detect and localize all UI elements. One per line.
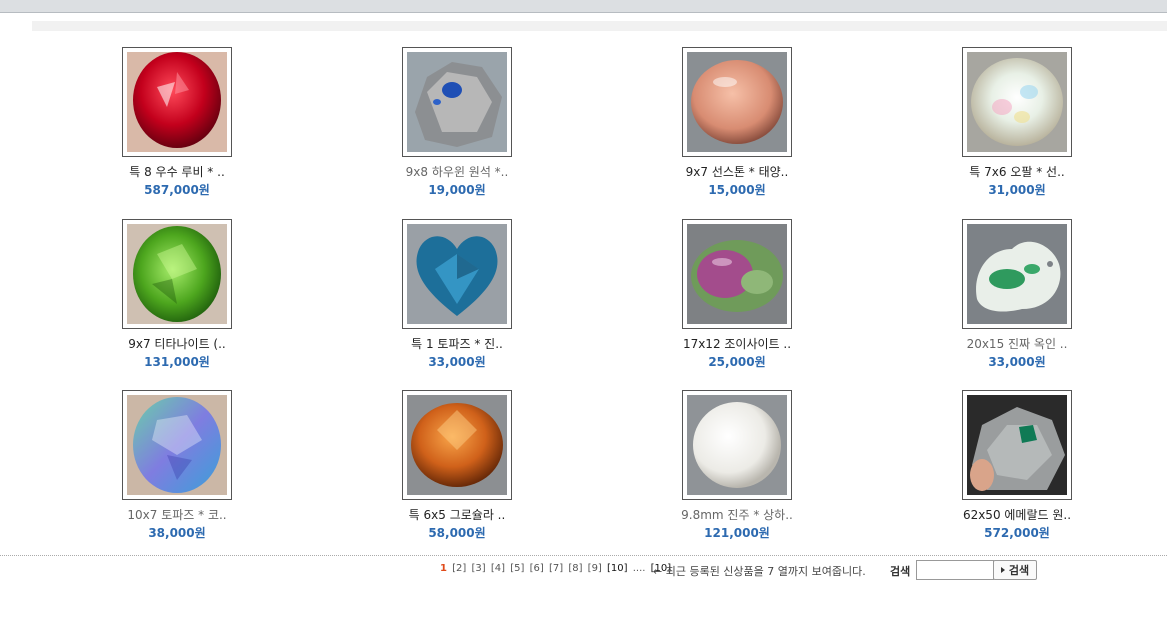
product-item[interactable]: 특 1 토파즈 * 진.. 33,000원 — [317, 219, 597, 370]
product-item[interactable]: 62x50 에메랄드 원.. 572,000원 — [877, 390, 1157, 541]
page-link[interactable]: [5] — [510, 563, 524, 574]
product-item[interactable]: 특 8 우수 루비 * .. 587,000원 — [37, 47, 317, 198]
play-arrow-icon — [1000, 567, 1005, 573]
search-button-label: 검색 — [1008, 564, 1030, 577]
blue-topaz-heart-image — [407, 224, 507, 324]
page-link[interactable]: [7] — [549, 563, 563, 574]
jade-carving-image — [967, 224, 1067, 324]
product-thumbnail[interactable] — [122, 47, 232, 157]
product-price: 15,000원 — [708, 183, 766, 197]
ruby-gem-image — [127, 52, 227, 152]
top-bar — [0, 0, 1167, 13]
product-item[interactable]: 10x7 토파즈 * 코.. 38,000원 — [37, 390, 317, 541]
search-label: 검색 — [890, 565, 911, 578]
product-name[interactable]: 특 8 우수 루비 * .. — [37, 165, 317, 180]
product-price: 38,000원 — [148, 526, 206, 540]
search-input[interactable] — [916, 560, 994, 580]
titanite-image — [127, 224, 227, 324]
product-price: 131,000원 — [144, 355, 210, 369]
sub-header-bar — [32, 21, 1167, 31]
sunstone-image — [687, 52, 787, 152]
product-name[interactable]: 특 6x5 그로슐라 .. — [317, 508, 597, 523]
product-name[interactable]: 9x8 하우윈 원석 *.. — [317, 165, 597, 180]
page-link[interactable]: [2] — [452, 563, 466, 574]
product-item[interactable]: 9.8mm 진주 * 상하.. 121,000원 — [597, 390, 877, 541]
page-link[interactable]: [9] — [588, 563, 602, 574]
page-ellipsis: .... — [632, 563, 646, 574]
product-price: 572,000원 — [984, 526, 1050, 540]
product-name[interactable]: 20x15 진짜 옥인 .. — [877, 337, 1157, 352]
zoisite-image — [687, 224, 787, 324]
page-link[interactable]: [6] — [530, 563, 544, 574]
product-thumbnail[interactable] — [962, 219, 1072, 329]
hauyne-rough-image — [407, 52, 507, 152]
product-name[interactable]: 9x7 선스톤 * 태양.. — [597, 165, 877, 180]
pearl-image — [687, 395, 787, 495]
product-name[interactable]: 9.8mm 진주 * 상하.. — [597, 508, 877, 523]
product-thumbnail[interactable] — [122, 219, 232, 329]
search-button[interactable]: 검색 — [993, 560, 1037, 580]
page-link[interactable]: [10] — [607, 563, 628, 574]
pagination: 1 [2] [3] [4] [5] [6] [7] [8] [9] [10] .… — [440, 563, 673, 574]
product-item[interactable]: 특 7x6 오팔 * 선.. 31,000원 — [877, 47, 1157, 198]
product-price: 25,000원 — [708, 355, 766, 369]
product-thumbnail[interactable] — [682, 47, 792, 157]
product-name[interactable]: 9x7 티타나이트 (.. — [37, 337, 317, 352]
product-name[interactable]: 62x50 에메랄드 원.. — [877, 508, 1157, 523]
product-item[interactable]: 20x15 진짜 옥인 .. 33,000원 — [877, 219, 1157, 370]
mystic-topaz-image — [127, 395, 227, 495]
new-items-note: ← 최근 등록된 신상품을 7 열까지 보여줍니다. — [653, 565, 866, 578]
product-name[interactable]: 10x7 토파즈 * 코.. — [37, 508, 317, 523]
product-price: 587,000원 — [144, 183, 210, 197]
product-thumbnail[interactable] — [682, 390, 792, 500]
product-item[interactable]: 9x7 선스톤 * 태양.. 15,000원 — [597, 47, 877, 198]
product-thumbnail[interactable] — [682, 219, 792, 329]
grossular-image — [407, 395, 507, 495]
product-thumbnail[interactable] — [962, 47, 1072, 157]
product-price: 58,000원 — [428, 526, 486, 540]
emerald-rough-image — [967, 395, 1067, 495]
page-link[interactable]: [4] — [491, 563, 505, 574]
product-name[interactable]: 17x12 조이사이트 .. — [597, 337, 877, 352]
product-thumbnail[interactable] — [962, 390, 1072, 500]
product-thumbnail[interactable] — [122, 390, 232, 500]
opal-image — [967, 52, 1067, 152]
product-item[interactable]: 특 6x5 그로슐라 .. 58,000원 — [317, 390, 597, 541]
product-price: 19,000원 — [428, 183, 486, 197]
product-thumbnail[interactable] — [402, 47, 512, 157]
product-thumbnail[interactable] — [402, 390, 512, 500]
page-link[interactable]: [3] — [472, 563, 486, 574]
product-item[interactable]: 9x7 티타나이트 (.. 131,000원 — [37, 219, 317, 370]
product-name[interactable]: 특 1 토파즈 * 진.. — [317, 337, 597, 352]
page-current: 1 — [440, 563, 447, 574]
product-price: 33,000원 — [988, 355, 1046, 369]
product-item[interactable]: 9x8 하우윈 원석 *.. 19,000원 — [317, 47, 597, 198]
product-name[interactable]: 특 7x6 오팔 * 선.. — [877, 165, 1157, 180]
product-price: 121,000원 — [704, 526, 770, 540]
page-link[interactable]: [8] — [568, 563, 582, 574]
product-item[interactable]: 17x12 조이사이트 .. 25,000원 — [597, 219, 877, 370]
product-price: 33,000원 — [428, 355, 486, 369]
divider — [0, 555, 1167, 556]
product-price: 31,000원 — [988, 183, 1046, 197]
product-thumbnail[interactable] — [402, 219, 512, 329]
